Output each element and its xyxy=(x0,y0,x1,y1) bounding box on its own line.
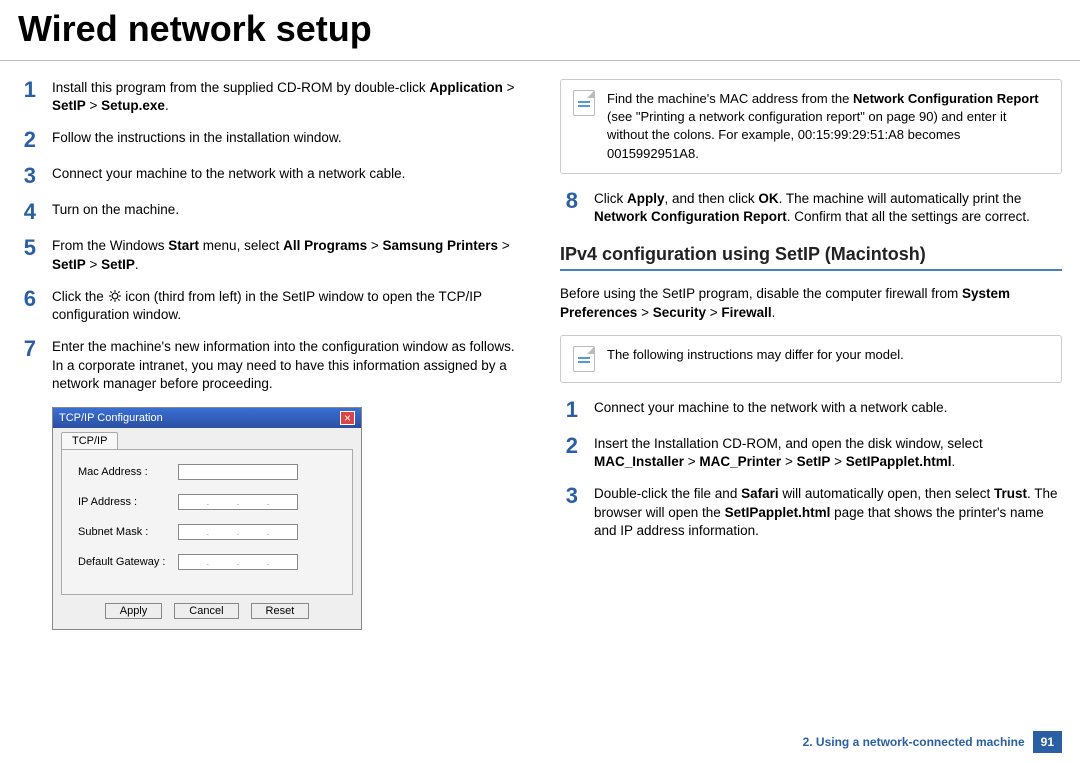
tab-tcpip[interactable]: TCP/IP xyxy=(61,432,118,449)
step-3: 3 Double-click the file and Safari will a… xyxy=(560,485,1062,540)
section-underline xyxy=(560,269,1062,271)
footer-chapter: 2. Using a network-connected machine xyxy=(803,735,1025,749)
step-text: Install this program from the supplied C… xyxy=(52,79,520,115)
step-2: 2 Follow the instructions in the installa… xyxy=(18,129,520,151)
step-number: 6 xyxy=(18,288,36,324)
paragraph-firewall: Before using the SetIP program, disable … xyxy=(560,285,1062,323)
close-icon[interactable]: × xyxy=(340,411,355,425)
step-text: Turn on the machine. xyxy=(52,201,520,223)
step-text: Double-click the file and Safari will au… xyxy=(594,485,1062,540)
right-column: Find the machine's MAC address from the … xyxy=(560,79,1062,630)
step-number: 3 xyxy=(560,485,578,540)
note-model: The following instructions may differ fo… xyxy=(560,335,1062,383)
step-text: From the Windows Start menu, select All … xyxy=(52,237,520,273)
mac-address-field[interactable] xyxy=(178,464,298,480)
section-heading: IPv4 configuration using SetIP (Macintos… xyxy=(560,244,1062,265)
step-1: 1 Install this program from the supplied … xyxy=(18,79,520,115)
step-4: 4 Turn on the machine. xyxy=(18,201,520,223)
step-number: 2 xyxy=(560,435,578,471)
step-number: 2 xyxy=(18,129,36,151)
step-7: 7 Enter the machine's new information int… xyxy=(18,338,520,393)
step-3: 3 Connect your machine to the network wit… xyxy=(18,165,520,187)
label-default-gateway: Default Gateway : xyxy=(78,556,178,568)
ip-address-field[interactable]: ... xyxy=(178,494,298,510)
step-number: 4 xyxy=(18,201,36,223)
apply-button[interactable]: Apply xyxy=(105,603,163,619)
step-number: 5 xyxy=(18,237,36,273)
note-mac-address: Find the machine's MAC address from the … xyxy=(560,79,1062,174)
subnet-mask-field[interactable]: ... xyxy=(178,524,298,540)
step-number: 7 xyxy=(18,338,36,393)
step-text: Click Apply, and then click OK. The mach… xyxy=(594,190,1062,226)
label-subnet-mask: Subnet Mask : xyxy=(78,526,178,538)
dialog-title: TCP/IP Configuration xyxy=(59,412,163,424)
step-number: 3 xyxy=(18,165,36,187)
step-2: 2 Insert the Installation CD-ROM, and ope… xyxy=(560,435,1062,471)
gear-icon xyxy=(108,289,122,303)
label-ip-address: IP Address : xyxy=(78,496,178,508)
step-text: Enter the machine's new information into… xyxy=(52,338,520,393)
step-text: Connect your machine to the network with… xyxy=(594,399,1062,421)
step-text: Insert the Installation CD-ROM, and open… xyxy=(594,435,1062,471)
step-number: 1 xyxy=(560,399,578,421)
note-text: Find the machine's MAC address from the … xyxy=(607,90,1049,163)
step-text: Click the icon (third from left) in the … xyxy=(52,288,520,324)
step-5: 5 From the Windows Start menu, select All… xyxy=(18,237,520,273)
default-gateway-field[interactable]: ... xyxy=(178,554,298,570)
step-text: Connect your machine to the network with… xyxy=(52,165,520,187)
note-icon xyxy=(573,346,595,372)
note-text: The following instructions may differ fo… xyxy=(607,346,904,372)
page-footer: 2. Using a network-connected machine 91 xyxy=(803,731,1062,753)
page-title: Wired network setup xyxy=(0,0,1080,61)
step-1: 1 Connect your machine to the network wit… xyxy=(560,399,1062,421)
cancel-button[interactable]: Cancel xyxy=(174,603,238,619)
step-number: 1 xyxy=(18,79,36,115)
step-number: 8 xyxy=(560,190,578,226)
note-icon xyxy=(573,90,595,116)
reset-button[interactable]: Reset xyxy=(251,603,310,619)
page-number: 91 xyxy=(1033,731,1062,753)
step-8: 8 Click Apply, and then click OK. The ma… xyxy=(560,190,1062,226)
tcpip-config-window: TCP/IP Configuration × TCP/IP Mac Addres… xyxy=(52,407,362,630)
step-6: 6 Click the icon (third from left) in the… xyxy=(18,288,520,324)
label-mac-address: Mac Address : xyxy=(78,466,178,478)
step-text: Follow the instructions in the installat… xyxy=(52,129,520,151)
left-column: 1 Install this program from the supplied … xyxy=(18,79,520,630)
